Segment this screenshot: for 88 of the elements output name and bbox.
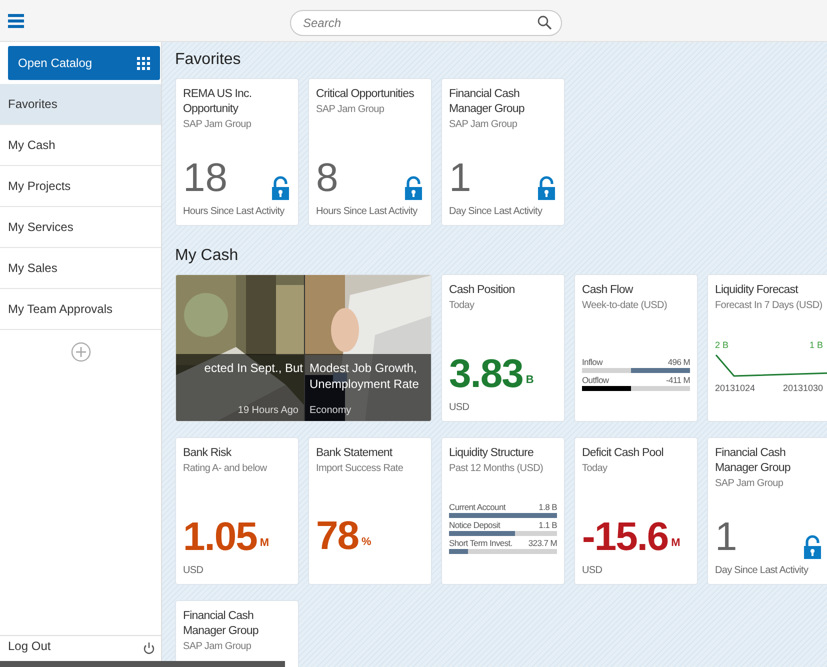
tile-footer: Day Since Last Activity <box>449 204 542 219</box>
tile-subtitle: Forecast In 7 Days (USD) <box>715 299 823 313</box>
tile[interactable]: Financial Cash Manager Group SAP Jam Group 1 Day Since Last Activity <box>441 78 565 226</box>
tile-number: 8 <box>316 156 338 200</box>
news-tile[interactable]: ected In Sept., But 19 Hours Ago Modest Job Growth, Unemployment Rate Economy <box>175 274 432 422</box>
tile-number: 1 <box>449 156 472 200</box>
tile-subtitle: SAP Jam Group <box>183 118 252 132</box>
news-meta: Economy <box>310 404 352 418</box>
tile-number: 18 <box>183 156 228 200</box>
tile[interactable]: Bank Risk Rating A- and below 1.05 M USD <box>175 437 299 585</box>
bar-label: Short Term Invest. <box>449 538 512 549</box>
power-icon <box>143 642 155 655</box>
tile-title: Financial Cash Manager Group <box>183 609 260 639</box>
tile[interactable]: Liquidity Forecast Forecast In 7 Days (USD) 2 B 1 B 20131024 20131030 <box>707 274 827 422</box>
tile-subtitle: Rating A- and below <box>183 462 268 476</box>
tile-subtitle: Past 12 Months (USD) <box>449 462 544 476</box>
bar-value: 1.8 B <box>538 502 557 513</box>
grid-icon <box>137 56 150 70</box>
tile[interactable]: Financial Cash Manager Group SAP Jam Group 1 Day Since Last Activity <box>707 437 827 585</box>
tile-footer: Hours Since Last Activity <box>316 204 418 219</box>
tile-title: Deficit Cash Pool <box>582 446 664 461</box>
padlock-icon <box>405 176 422 200</box>
kpi-value: 1.05 <box>183 515 257 559</box>
kpi-unit: % <box>362 534 372 550</box>
bar-value: -411 M <box>666 375 690 386</box>
open-catalog-button[interactable]: Open Catalog <box>8 46 160 80</box>
bar-label: Current Account <box>449 502 506 513</box>
tile-footer: Day Since Last Activity <box>715 563 808 578</box>
sidebar-item[interactable]: Favorites <box>0 84 161 125</box>
chart-label: 20131024 <box>715 382 756 394</box>
chart-label: 2 B <box>715 339 729 352</box>
kpi-unit: B <box>526 372 534 388</box>
tile-subtitle: Import Success Rate <box>316 462 404 476</box>
tile[interactable]: Bank Statement Import Success Rate 78% <box>308 437 432 585</box>
kpi-unit: M <box>671 536 680 550</box>
news-meta: 19 Hours Ago <box>236 404 298 418</box>
tile-footer: USD <box>183 563 204 578</box>
kpi-unit: M <box>260 536 270 550</box>
tile-subtitle: SAP Jam Group <box>183 640 252 654</box>
scrollbar[interactable] <box>0 661 285 667</box>
search-icon[interactable] <box>537 15 552 30</box>
bar-label: Notice Deposit <box>449 520 500 531</box>
tile-title: Liquidity Structure <box>449 446 534 461</box>
tile-subtitle: Week-to-date (USD) <box>582 299 668 313</box>
chart-label: 20131030 <box>782 382 823 394</box>
padlock-icon <box>272 176 289 200</box>
tile-subtitle: SAP Jam Group <box>715 477 784 491</box>
bar-label: Inflow <box>582 357 602 368</box>
tile-title: Critical Opportunities <box>316 87 415 102</box>
bar-value: 496 M <box>668 357 690 368</box>
tile-title: REMA US Inc. Opportunity <box>183 87 253 117</box>
padlock-icon <box>804 535 821 559</box>
tile[interactable]: Critical Opportunities SAP Jam Group 8 Hours Since Last Activity <box>308 78 432 226</box>
group-title: My Cash <box>175 246 240 266</box>
tile[interactable]: Cash Position Today 3.83 B USD <box>441 274 565 422</box>
tile[interactable]: Cash Flow Week-to-date (USD) Inflow 496 M Outflow -411 M <box>574 274 698 422</box>
tile-subtitle: Today <box>449 299 476 313</box>
bar-label: Outflow <box>582 375 609 386</box>
tile-footer: Hours Since Last Activity <box>183 204 284 219</box>
search-field[interactable]: Search <box>290 10 562 36</box>
news-headline: Modest Job Growth, Unemployment Rate <box>310 360 420 392</box>
tile-title: Bank Risk <box>183 446 232 461</box>
tile-title: Bank Statement <box>316 446 394 461</box>
tile-subtitle: SAP Jam Group <box>316 103 386 117</box>
tile-number: 1 <box>715 515 738 559</box>
bar-value: 323.7 M <box>528 538 557 549</box>
tile-title: Cash Flow <box>582 283 634 298</box>
kpi-value: -15.6 <box>582 515 668 559</box>
tile-title: Financial Cash Manager Group <box>449 87 526 117</box>
tile-subtitle: SAP Jam Group <box>449 118 518 132</box>
chart-label: 1 B <box>809 339 823 352</box>
bar-value: 1.1 B <box>538 520 557 531</box>
padlock-icon <box>538 176 555 200</box>
news-headline: ected In Sept., But <box>203 360 303 376</box>
tile-title: Cash Position <box>449 283 516 298</box>
kpi-value: 3.83 <box>449 352 523 396</box>
tile-footer: USD <box>582 563 602 578</box>
tile[interactable]: REMA US Inc. Opportunity SAP Jam Group 18 Hours Since Last Activity <box>175 78 299 226</box>
tile-subtitle: Today <box>582 462 608 476</box>
kpi-value: 78 <box>316 514 358 558</box>
tile-title: Financial Cash Manager Group <box>715 446 792 476</box>
group-title: Favorites <box>175 50 242 70</box>
tile[interactable]: Financial Cash Manager Group SAP Jam Group <box>175 600 299 667</box>
menu-icon[interactable] <box>8 12 24 28</box>
tile-title: Liquidity Forecast <box>715 283 800 298</box>
tile-footer: USD <box>449 400 470 415</box>
tile[interactable]: Liquidity Structure Past 12 Months (USD) Current Account 1.8 B Notice Deposit 1.1 B Short Term Invest. 323.7 M <box>441 437 565 585</box>
tile[interactable]: Deficit Cash Pool Today -15.6 M USD <box>574 437 698 585</box>
